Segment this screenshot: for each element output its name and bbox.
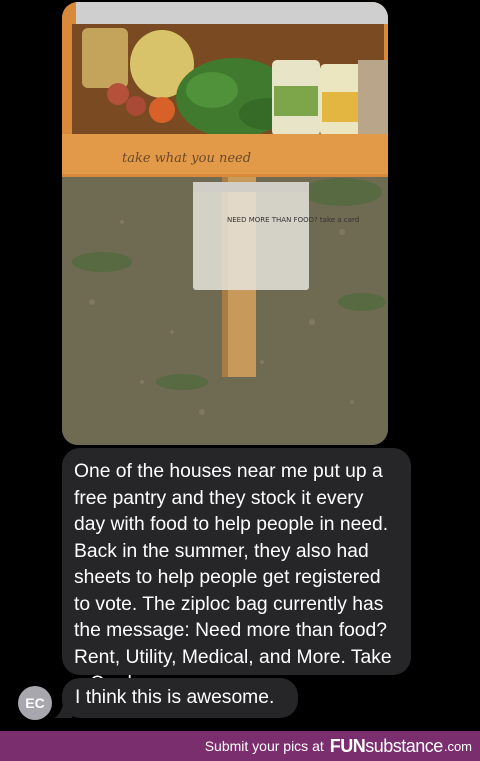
footer-banner[interactable]: Submit your pics at FUN substance .com: [0, 731, 480, 761]
reply-bubble[interactable]: I think this is awesome.: [62, 678, 298, 718]
brand-substance: substance: [365, 735, 443, 756]
message-bubble[interactable]: One of the houses near me put up a free …: [62, 448, 411, 694]
message-text: One of the houses near me put up a free …: [74, 461, 392, 694]
reply-text: I think this is awesome.: [75, 687, 275, 708]
avatar-initials: EC: [25, 695, 45, 711]
box-sign-text: take what you need: [122, 151, 251, 166]
message-photo[interactable]: take what you need NEED MORE THAN FOOD? …: [62, 2, 388, 445]
brand-tld: .com: [443, 738, 472, 754]
pantry-photo: take what you need NEED MORE THAN FOOD? …: [62, 2, 388, 445]
footer-cta: Submit your pics at: [204, 738, 324, 754]
avatar[interactable]: EC: [18, 686, 52, 720]
bag-note-text: NEED MORE THAN FOOD? take a card: [227, 216, 359, 224]
brand-fun: FUN: [329, 735, 366, 756]
